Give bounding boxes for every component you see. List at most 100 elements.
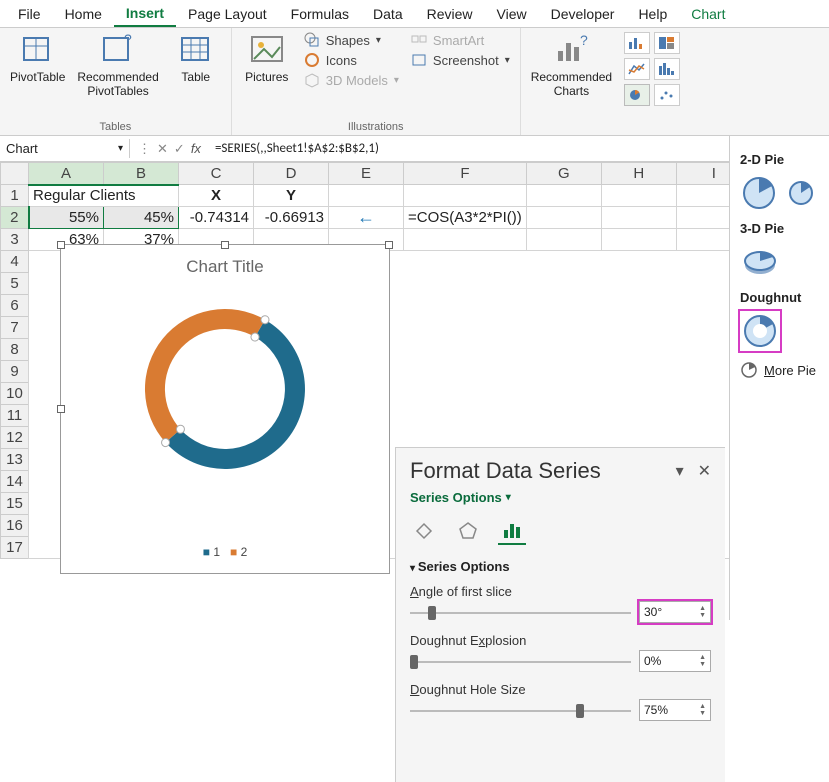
row-header-6[interactable]: 6 xyxy=(1,295,29,317)
col-header-a[interactable]: A xyxy=(29,163,104,185)
fill-tab[interactable] xyxy=(410,517,438,545)
pie-3d-button[interactable] xyxy=(740,242,780,282)
pane-options-icon[interactable]: ▾ xyxy=(676,461,684,481)
resize-handle[interactable] xyxy=(385,241,393,249)
col-header-h[interactable]: H xyxy=(601,163,676,185)
series-options-dropdown[interactable]: Series Options▾ xyxy=(410,490,711,505)
tab-home[interactable]: Home xyxy=(53,2,114,26)
cell[interactable] xyxy=(526,185,601,207)
tab-page-layout[interactable]: Page Layout xyxy=(176,2,279,26)
cell[interactable] xyxy=(601,185,676,207)
row-header-17[interactable]: 17 xyxy=(1,537,29,559)
table-button[interactable]: Table xyxy=(171,32,221,84)
chart-title[interactable]: Chart Title xyxy=(61,245,389,281)
chart-column-button[interactable] xyxy=(624,32,650,54)
col-header-c[interactable]: C xyxy=(179,163,254,185)
cell[interactable]: -0.74314 xyxy=(179,207,254,229)
tab-insert[interactable]: Insert xyxy=(114,1,176,27)
shapes-button[interactable]: Shapes▾ xyxy=(304,32,399,48)
hole-spinbox[interactable]: 75%▲▼ xyxy=(639,699,711,721)
pie-2d-button[interactable] xyxy=(740,173,779,213)
row-header-13[interactable]: 13 xyxy=(1,449,29,471)
pictures-button[interactable]: Pictures xyxy=(242,32,292,84)
cell[interactable] xyxy=(526,229,601,251)
row-header-12[interactable]: 12 xyxy=(1,427,29,449)
cancel-icon[interactable]: ✕ xyxy=(157,141,168,157)
cell[interactable]: 55% xyxy=(29,207,104,229)
row-header-2[interactable]: 2 xyxy=(1,207,29,229)
row-header-9[interactable]: 9 xyxy=(1,361,29,383)
resize-handle[interactable] xyxy=(57,241,65,249)
cell[interactable] xyxy=(526,207,601,229)
recommended-pivot-button[interactable]: ? Recommended PivotTables xyxy=(77,32,158,98)
hole-slider[interactable] xyxy=(410,702,631,718)
fx-icon[interactable]: fx xyxy=(191,141,201,156)
series-options-section[interactable]: Series Options xyxy=(410,559,711,574)
select-all[interactable] xyxy=(1,163,29,185)
cell[interactable] xyxy=(601,207,676,229)
col-header-f[interactable]: F xyxy=(404,163,527,185)
explosion-spinbox[interactable]: 0%▲▼ xyxy=(639,650,711,672)
cell[interactable]: 45% xyxy=(104,207,179,229)
col-header-g[interactable]: G xyxy=(526,163,601,185)
row-header-7[interactable]: 7 xyxy=(1,317,29,339)
expand-icon[interactable]: ⋮ xyxy=(138,141,151,157)
embedded-chart[interactable]: Chart Title 1 2 xyxy=(60,244,390,574)
col-header-b[interactable]: B xyxy=(104,163,179,185)
more-pie-charts-button[interactable]: More Pie xyxy=(740,361,825,379)
row-header-15[interactable]: 15 xyxy=(1,493,29,515)
cell[interactable] xyxy=(404,229,527,251)
chart-pie-button[interactable] xyxy=(624,84,650,106)
tab-help[interactable]: Help xyxy=(626,2,679,26)
explosion-slider[interactable] xyxy=(410,653,631,669)
chart-hierarchy-button[interactable] xyxy=(654,32,680,54)
cell[interactable] xyxy=(329,185,404,207)
tab-chart-design[interactable]: Chart xyxy=(679,2,737,26)
tab-review[interactable]: Review xyxy=(415,2,485,26)
tab-file[interactable]: File xyxy=(6,2,53,26)
tab-view[interactable]: View xyxy=(485,2,539,26)
row-header-16[interactable]: 16 xyxy=(1,515,29,537)
chart-line-button[interactable] xyxy=(624,58,650,80)
cell[interactable]: X xyxy=(179,185,254,207)
row-header-1[interactable]: 1 xyxy=(1,185,29,207)
enter-icon[interactable]: ✓ xyxy=(174,141,185,157)
row-header-14[interactable]: 14 xyxy=(1,471,29,493)
row-header-3[interactable]: 3 xyxy=(1,229,29,251)
screenshot-button[interactable]: Screenshot▾ xyxy=(411,52,510,68)
name-box[interactable]: Chart▾ xyxy=(0,139,130,158)
col-header-e[interactable]: E xyxy=(329,163,404,185)
cell[interactable]: Regular Clients xyxy=(29,185,179,207)
row-header-4[interactable]: 4 xyxy=(1,251,29,273)
col-header-d[interactable]: D xyxy=(254,163,329,185)
doughnut-button[interactable] xyxy=(740,311,780,351)
doughnut-chart[interactable] xyxy=(125,289,325,489)
resize-handle[interactable] xyxy=(57,405,65,413)
close-icon[interactable]: ✕ xyxy=(698,461,711,481)
cell[interactable] xyxy=(404,185,527,207)
cell[interactable]: Y xyxy=(254,185,329,207)
smartart-button[interactable]: SmartArt xyxy=(411,32,510,48)
tab-formulas[interactable]: Formulas xyxy=(279,2,361,26)
row-header-11[interactable]: 11 xyxy=(1,405,29,427)
recommended-charts-button[interactable]: ? Recommended Charts xyxy=(531,32,612,98)
resize-handle[interactable] xyxy=(221,241,229,249)
row-header-10[interactable]: 10 xyxy=(1,383,29,405)
effects-tab[interactable] xyxy=(454,517,482,545)
tab-developer[interactable]: Developer xyxy=(539,2,627,26)
chart-histogram-button[interactable] xyxy=(654,58,680,80)
icons-button[interactable]: Icons xyxy=(304,52,399,68)
pie-of-pie-button[interactable] xyxy=(787,173,826,213)
row-header-5[interactable]: 5 xyxy=(1,273,29,295)
tab-data[interactable]: Data xyxy=(361,2,415,26)
cell[interactable]: =COS(A3*2*PI()) xyxy=(404,207,527,229)
3d-models-button[interactable]: 3D Models▾ xyxy=(304,72,399,88)
series-options-tab[interactable] xyxy=(498,517,526,545)
pivot-table-button[interactable]: PivotTable xyxy=(10,32,65,84)
chart-scatter-button[interactable] xyxy=(654,84,680,106)
chart-legend[interactable]: 1 2 xyxy=(61,545,389,559)
cell[interactable] xyxy=(601,229,676,251)
angle-slider[interactable] xyxy=(410,604,631,620)
row-header-8[interactable]: 8 xyxy=(1,339,29,361)
cell[interactable]: -0.66913 xyxy=(254,207,329,229)
